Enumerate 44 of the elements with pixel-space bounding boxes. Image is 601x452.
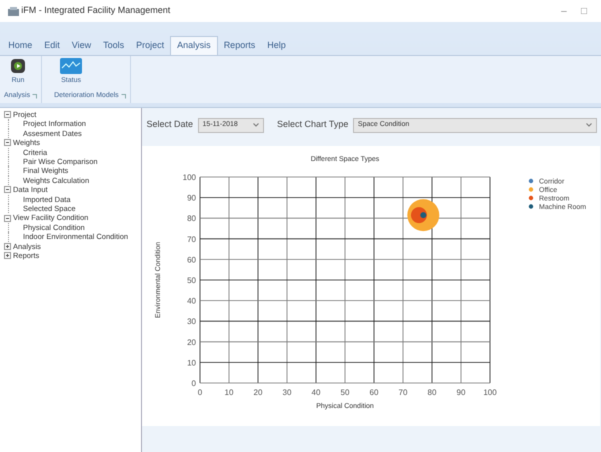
axis-tick-label: 10 [187, 358, 196, 368]
axis-tick-label: 40 [312, 388, 320, 397]
axis-tick-label: 20 [187, 338, 196, 347]
axis-tick-label: 100 [483, 388, 497, 397]
run-icon [10, 58, 26, 74]
field-label: Select Date [146, 118, 194, 132]
ribbon-tab[interactable]: Home [2, 36, 38, 54]
axis-tick-label: 0 [198, 388, 202, 397]
axis-tick-label: 70 [187, 234, 196, 244]
collapse-icon[interactable] [4, 139, 11, 146]
maximize-button[interactable]: □ [574, 4, 593, 18]
ribbon-tab[interactable]: Edit [38, 36, 66, 54]
chart-icon [60, 58, 82, 74]
axis-tick-label: 90 [456, 388, 466, 397]
axis-tick-label: 10 [224, 388, 234, 397]
axis-tick-label: 50 [340, 388, 350, 397]
collapse-icon[interactable] [4, 111, 11, 118]
minimize-button[interactable]: – [555, 4, 573, 18]
ribbon-tab[interactable]: Analysis [170, 36, 218, 54]
axis-tick-label: 60 [187, 255, 196, 264]
axis-tick-label: 0 [192, 379, 196, 388]
axis-tick-label: 30 [282, 388, 292, 397]
ribbon-tab[interactable]: Reports [218, 36, 262, 54]
axis-tick-label: 100 [182, 173, 196, 182]
axis-tick-label: 80 [187, 214, 196, 224]
axis-tick-label: 60 [370, 388, 378, 397]
axis-tick-label: 90 [187, 194, 196, 203]
ribbon-tab[interactable]: Project [130, 36, 170, 54]
window-title: iFM - Integrated Facility Management [21, 4, 170, 18]
axis-tick-label: 40 [187, 296, 196, 306]
ribbon-tab[interactable]: Tools [97, 36, 130, 54]
axis-tick-label: 50 [187, 276, 196, 285]
axis-tick-label: 20 [254, 388, 262, 397]
ribbon-tab[interactable]: Help [261, 36, 292, 54]
axis-tick-label: 70 [398, 388, 408, 397]
axis-tick-label: 80 [428, 388, 436, 397]
ribbon-tab[interactable]: View [66, 36, 98, 54]
collapse-icon[interactable] [4, 214, 11, 222]
expand-icon[interactable] [4, 242, 11, 250]
axis-tick-label: 30 [187, 317, 196, 326]
field-label: Select Chart Type [277, 118, 348, 132]
app-icon [8, 6, 19, 16]
collapse-icon[interactable] [4, 186, 11, 194]
expand-icon[interactable] [4, 252, 11, 260]
